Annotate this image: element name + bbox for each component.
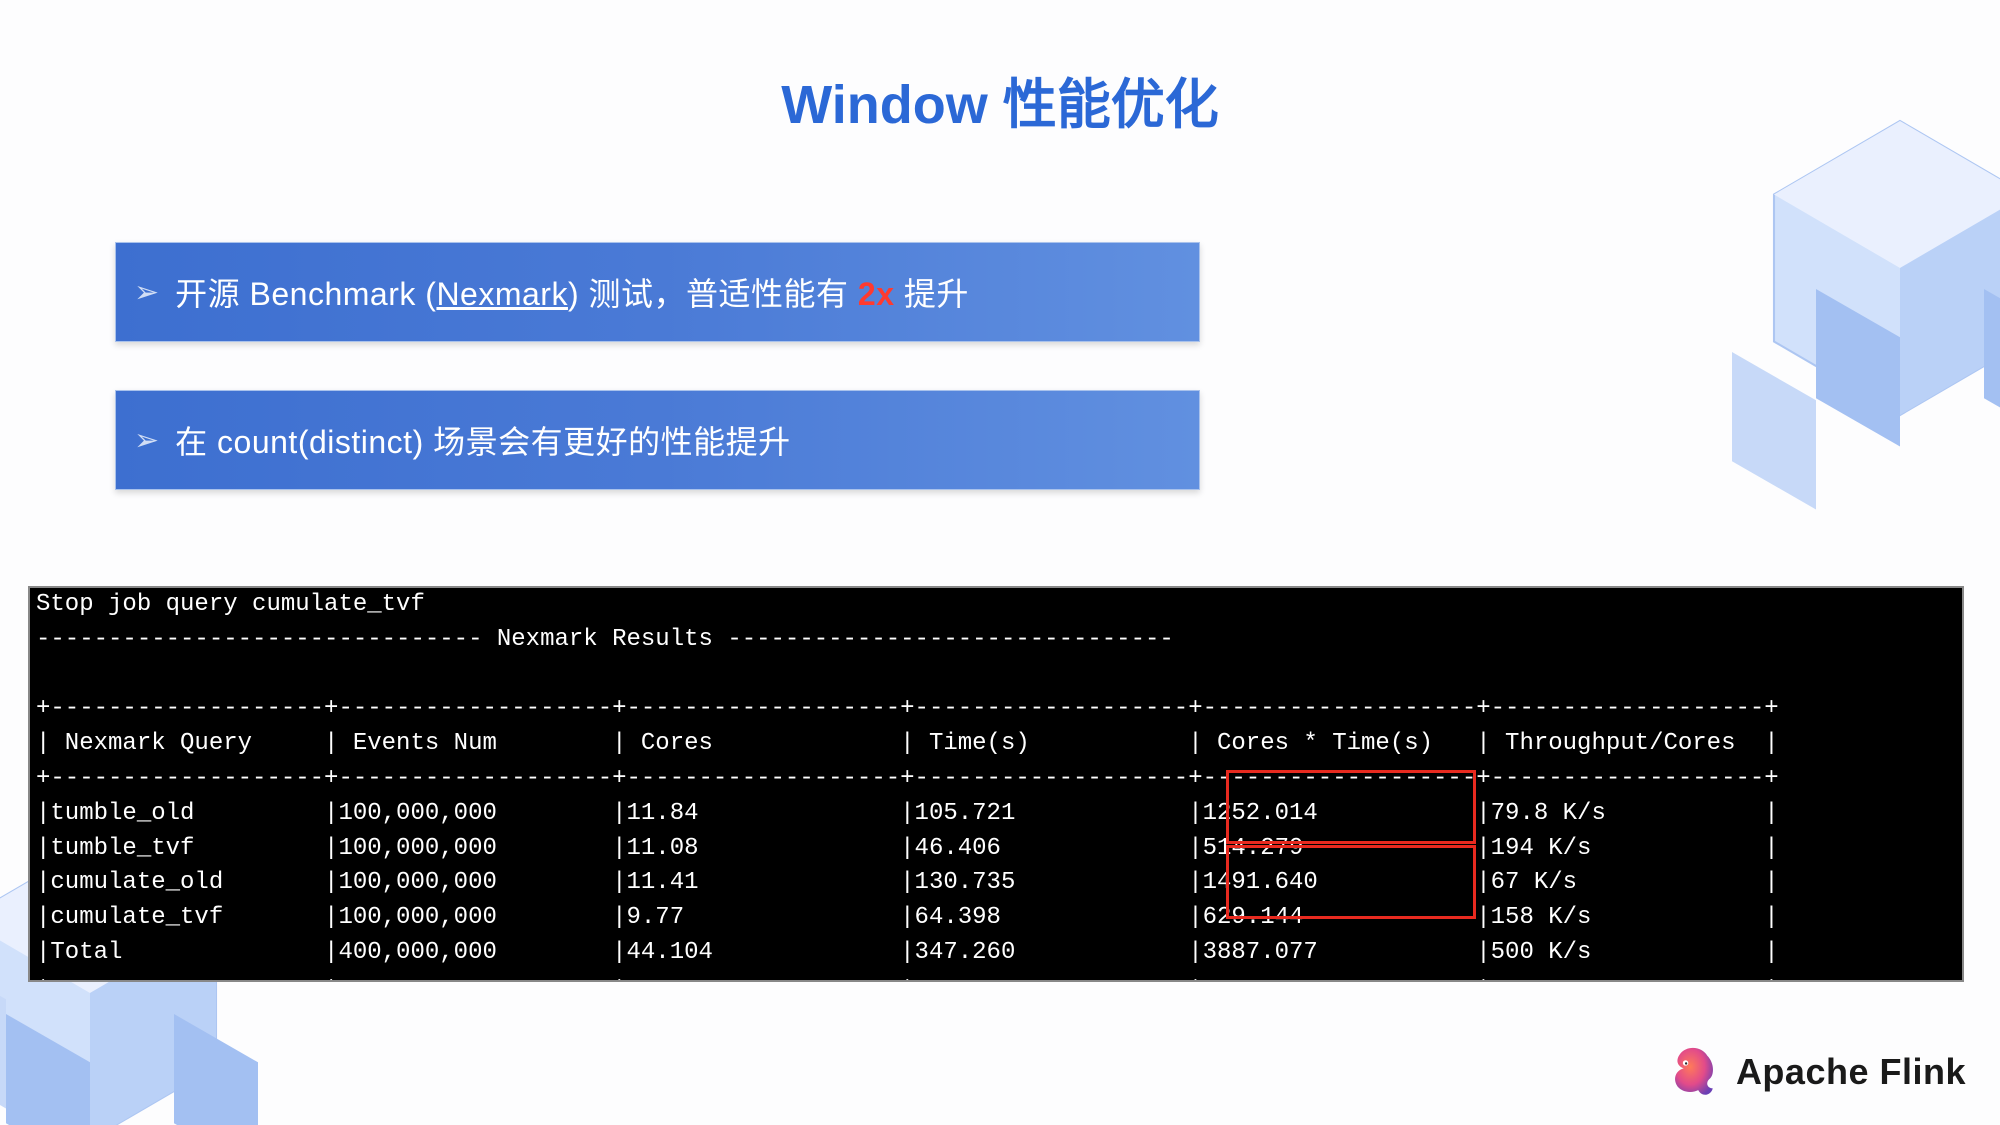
nexmark-link[interactable]: Nexmark [436, 276, 568, 312]
text-segment: 开源 Benchmark ( [175, 276, 436, 312]
bullet-count-distinct: ➢ 在 count(distinct) 场景会有更好的性能提升 [115, 390, 1200, 490]
text-segment: 提升 [895, 276, 969, 312]
terminal-line: +-------------------+-------------------… [36, 765, 1779, 792]
brand-text: Apache Flink [1736, 1051, 1966, 1093]
flink-squirrel-icon [1662, 1043, 1720, 1101]
terminal-output: Stop job query cumulate_tvf ------------… [28, 586, 1964, 982]
slide: Window 性能优化 ➢ 开源 Benchmark (Nexmark) 测试，… [0, 0, 2000, 1125]
bullet-text: 开源 Benchmark (Nexmark) 测试，普适性能有 2x 提升 [175, 269, 969, 315]
table-row: |tumble_tvf |100,000,000 |11.08 |46.406 … [36, 835, 1779, 862]
footer-brand: Apache Flink [1662, 1043, 1966, 1101]
table-row: |Total |400,000,000 |44.104 |347.260 |38… [36, 939, 1779, 966]
terminal-line: +-------------------+-------------------… [36, 695, 1779, 722]
bullet-text: 在 count(distinct) 场景会有更好的性能提升 [175, 417, 790, 463]
terminal-line: ------------------------------- Nexmark … [36, 626, 1174, 653]
chevron-right-icon: ➢ [134, 275, 159, 310]
table-row: |cumulate_tvf |100,000,000 |9.77 |64.398… [36, 904, 1779, 931]
terminal-line: Stop job query cumulate_tvf [36, 591, 425, 618]
terminal-line: | Nexmark Query | Events Num | Cores | T… [36, 730, 1779, 757]
bg-shape-top-right [1690, 100, 2000, 520]
bullet-benchmark-2x: ➢ 开源 Benchmark (Nexmark) 测试，普适性能有 2x 提升 [115, 242, 1200, 342]
table-row: |tumble_old |100,000,000 |11.84 |105.721… [36, 800, 1779, 827]
page-title: Window 性能优化 [0, 60, 2000, 139]
highlight-2x: 2x [858, 276, 895, 312]
terminal-line: +-------------------+-------------------… [36, 974, 1779, 982]
text-segment: ) 测试，普适性能有 [568, 276, 858, 312]
table-row: |cumulate_old |100,000,000 |11.41 |130.7… [36, 869, 1779, 896]
chevron-right-icon: ➢ [134, 423, 159, 458]
